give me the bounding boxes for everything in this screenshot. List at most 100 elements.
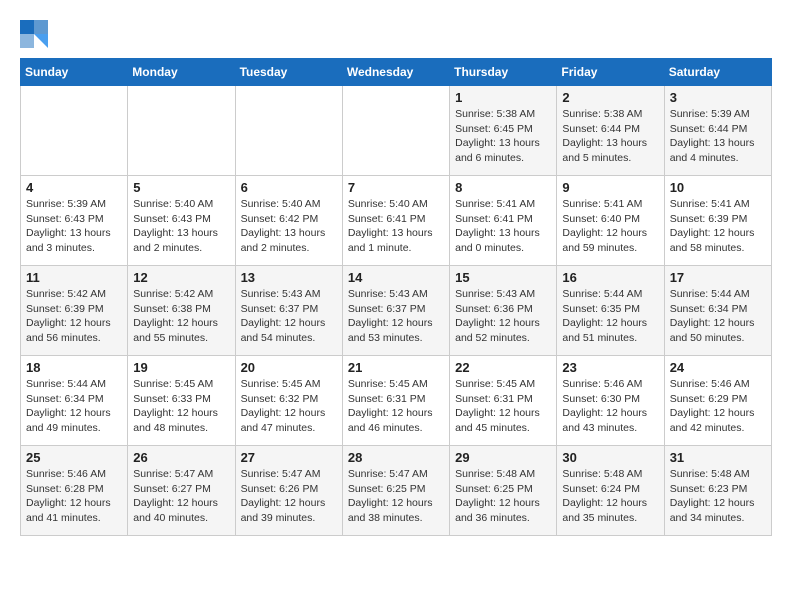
day-number: 17 (670, 270, 766, 285)
day-number: 22 (455, 360, 551, 375)
calendar-cell (235, 86, 342, 176)
day-info: Sunrise: 5:41 AM Sunset: 6:40 PM Dayligh… (562, 197, 658, 256)
day-info: Sunrise: 5:43 AM Sunset: 6:36 PM Dayligh… (455, 287, 551, 346)
day-number: 5 (133, 180, 229, 195)
day-number: 2 (562, 90, 658, 105)
calendar-week-row: 1 Sunrise: 5:38 AM Sunset: 6:45 PM Daylig… (21, 86, 772, 176)
day-info: Sunrise: 5:48 AM Sunset: 6:23 PM Dayligh… (670, 467, 766, 526)
day-number: 12 (133, 270, 229, 285)
day-number: 4 (26, 180, 122, 195)
day-info: Sunrise: 5:43 AM Sunset: 6:37 PM Dayligh… (241, 287, 337, 346)
day-info: Sunrise: 5:42 AM Sunset: 6:38 PM Dayligh… (133, 287, 229, 346)
day-number: 25 (26, 450, 122, 465)
day-info: Sunrise: 5:45 AM Sunset: 6:31 PM Dayligh… (348, 377, 444, 436)
logo-icon (20, 20, 48, 48)
page-header (20, 20, 772, 48)
day-info: Sunrise: 5:46 AM Sunset: 6:29 PM Dayligh… (670, 377, 766, 436)
calendar-cell: 29 Sunrise: 5:48 AM Sunset: 6:25 PM Dayli… (450, 446, 557, 536)
logo (20, 20, 52, 48)
day-info: Sunrise: 5:48 AM Sunset: 6:25 PM Dayligh… (455, 467, 551, 526)
calendar-table: SundayMondayTuesdayWednesdayThursdayFrid… (20, 58, 772, 536)
calendar-cell: 20 Sunrise: 5:45 AM Sunset: 6:32 PM Dayli… (235, 356, 342, 446)
day-number: 20 (241, 360, 337, 375)
day-number: 6 (241, 180, 337, 195)
calendar-cell: 14 Sunrise: 5:43 AM Sunset: 6:37 PM Dayli… (342, 266, 449, 356)
day-number: 21 (348, 360, 444, 375)
day-number: 3 (670, 90, 766, 105)
calendar-cell: 17 Sunrise: 5:44 AM Sunset: 6:34 PM Dayli… (664, 266, 771, 356)
calendar-cell: 28 Sunrise: 5:47 AM Sunset: 6:25 PM Dayli… (342, 446, 449, 536)
calendar-cell: 9 Sunrise: 5:41 AM Sunset: 6:40 PM Daylig… (557, 176, 664, 266)
calendar-header-row: SundayMondayTuesdayWednesdayThursdayFrid… (21, 59, 772, 86)
day-info: Sunrise: 5:38 AM Sunset: 6:44 PM Dayligh… (562, 107, 658, 166)
calendar-cell: 16Sunrise: 5:44 AM Sunset: 6:35 PM Dayli… (557, 266, 664, 356)
calendar-week-row: 25 Sunrise: 5:46 AM Sunset: 6:28 PM Dayli… (21, 446, 772, 536)
calendar-cell: 7 Sunrise: 5:40 AM Sunset: 6:41 PM Daylig… (342, 176, 449, 266)
day-number: 29 (455, 450, 551, 465)
calendar-cell: 11Sunrise: 5:42 AM Sunset: 6:39 PM Dayli… (21, 266, 128, 356)
calendar-cell: 25 Sunrise: 5:46 AM Sunset: 6:28 PM Dayli… (21, 446, 128, 536)
day-number: 13 (241, 270, 337, 285)
day-number: 24 (670, 360, 766, 375)
day-info: Sunrise: 5:44 AM Sunset: 6:34 PM Dayligh… (26, 377, 122, 436)
day-number: 1 (455, 90, 551, 105)
calendar-cell: 18 Sunrise: 5:44 AM Sunset: 6:34 PM Dayli… (21, 356, 128, 446)
calendar-cell (342, 86, 449, 176)
calendar-cell: 2 Sunrise: 5:38 AM Sunset: 6:44 PM Daylig… (557, 86, 664, 176)
calendar-cell: 19Sunrise: 5:45 AM Sunset: 6:33 PM Dayli… (128, 356, 235, 446)
day-info: Sunrise: 5:43 AM Sunset: 6:37 PM Dayligh… (348, 287, 444, 346)
day-info: Sunrise: 5:44 AM Sunset: 6:34 PM Dayligh… (670, 287, 766, 346)
day-info: Sunrise: 5:46 AM Sunset: 6:30 PM Dayligh… (562, 377, 658, 436)
day-info: Sunrise: 5:40 AM Sunset: 6:43 PM Dayligh… (133, 197, 229, 256)
calendar-cell: 22 Sunrise: 5:45 AM Sunset: 6:31 PM Dayli… (450, 356, 557, 446)
day-info: Sunrise: 5:42 AM Sunset: 6:39 PM Dayligh… (26, 287, 122, 346)
day-number: 27 (241, 450, 337, 465)
calendar-week-row: 4 Sunrise: 5:39 AM Sunset: 6:43 PM Daylig… (21, 176, 772, 266)
calendar-cell: 13 Sunrise: 5:43 AM Sunset: 6:37 PM Dayli… (235, 266, 342, 356)
calendar-cell: 1 Sunrise: 5:38 AM Sunset: 6:45 PM Daylig… (450, 86, 557, 176)
calendar-cell: 5 Sunrise: 5:40 AM Sunset: 6:43 PM Daylig… (128, 176, 235, 266)
calendar-cell: 27Sunrise: 5:47 AM Sunset: 6:26 PM Dayli… (235, 446, 342, 536)
calendar-week-row: 18 Sunrise: 5:44 AM Sunset: 6:34 PM Dayli… (21, 356, 772, 446)
calendar-cell: 6Sunrise: 5:40 AM Sunset: 6:42 PM Daylig… (235, 176, 342, 266)
day-number: 7 (348, 180, 444, 195)
day-number: 9 (562, 180, 658, 195)
day-info: Sunrise: 5:38 AM Sunset: 6:45 PM Dayligh… (455, 107, 551, 166)
day-number: 30 (562, 450, 658, 465)
day-info: Sunrise: 5:39 AM Sunset: 6:43 PM Dayligh… (26, 197, 122, 256)
day-info: Sunrise: 5:45 AM Sunset: 6:33 PM Dayligh… (133, 377, 229, 436)
calendar-cell: 15 Sunrise: 5:43 AM Sunset: 6:36 PM Dayli… (450, 266, 557, 356)
calendar-cell (21, 86, 128, 176)
day-number: 14 (348, 270, 444, 285)
calendar-cell: 12 Sunrise: 5:42 AM Sunset: 6:38 PM Dayli… (128, 266, 235, 356)
day-info: Sunrise: 5:45 AM Sunset: 6:32 PM Dayligh… (241, 377, 337, 436)
calendar-cell: 8 Sunrise: 5:41 AM Sunset: 6:41 PM Daylig… (450, 176, 557, 266)
day-info: Sunrise: 5:40 AM Sunset: 6:41 PM Dayligh… (348, 197, 444, 256)
column-header-thursday: Thursday (450, 59, 557, 86)
day-info: Sunrise: 5:48 AM Sunset: 6:24 PM Dayligh… (562, 467, 658, 526)
calendar-cell (128, 86, 235, 176)
calendar-cell: 10Sunrise: 5:41 AM Sunset: 6:39 PM Dayli… (664, 176, 771, 266)
day-number: 15 (455, 270, 551, 285)
column-header-saturday: Saturday (664, 59, 771, 86)
calendar-cell: 31Sunrise: 5:48 AM Sunset: 6:23 PM Dayli… (664, 446, 771, 536)
day-number: 23 (562, 360, 658, 375)
day-number: 26 (133, 450, 229, 465)
day-number: 28 (348, 450, 444, 465)
day-info: Sunrise: 5:45 AM Sunset: 6:31 PM Dayligh… (455, 377, 551, 436)
column-header-monday: Monday (128, 59, 235, 86)
calendar-week-row: 11Sunrise: 5:42 AM Sunset: 6:39 PM Dayli… (21, 266, 772, 356)
day-number: 8 (455, 180, 551, 195)
calendar-cell: 23 Sunrise: 5:46 AM Sunset: 6:30 PM Dayli… (557, 356, 664, 446)
calendar-cell: 24 Sunrise: 5:46 AM Sunset: 6:29 PM Dayli… (664, 356, 771, 446)
day-info: Sunrise: 5:46 AM Sunset: 6:28 PM Dayligh… (26, 467, 122, 526)
day-number: 16 (562, 270, 658, 285)
calendar-cell: 21 Sunrise: 5:45 AM Sunset: 6:31 PM Dayli… (342, 356, 449, 446)
day-info: Sunrise: 5:47 AM Sunset: 6:25 PM Dayligh… (348, 467, 444, 526)
calendar-cell: 3Sunrise: 5:39 AM Sunset: 6:44 PM Daylig… (664, 86, 771, 176)
column-header-friday: Friday (557, 59, 664, 86)
calendar-cell: 30 Sunrise: 5:48 AM Sunset: 6:24 PM Dayli… (557, 446, 664, 536)
day-number: 18 (26, 360, 122, 375)
calendar-cell: 26Sunrise: 5:47 AM Sunset: 6:27 PM Dayli… (128, 446, 235, 536)
day-info: Sunrise: 5:41 AM Sunset: 6:41 PM Dayligh… (455, 197, 551, 256)
